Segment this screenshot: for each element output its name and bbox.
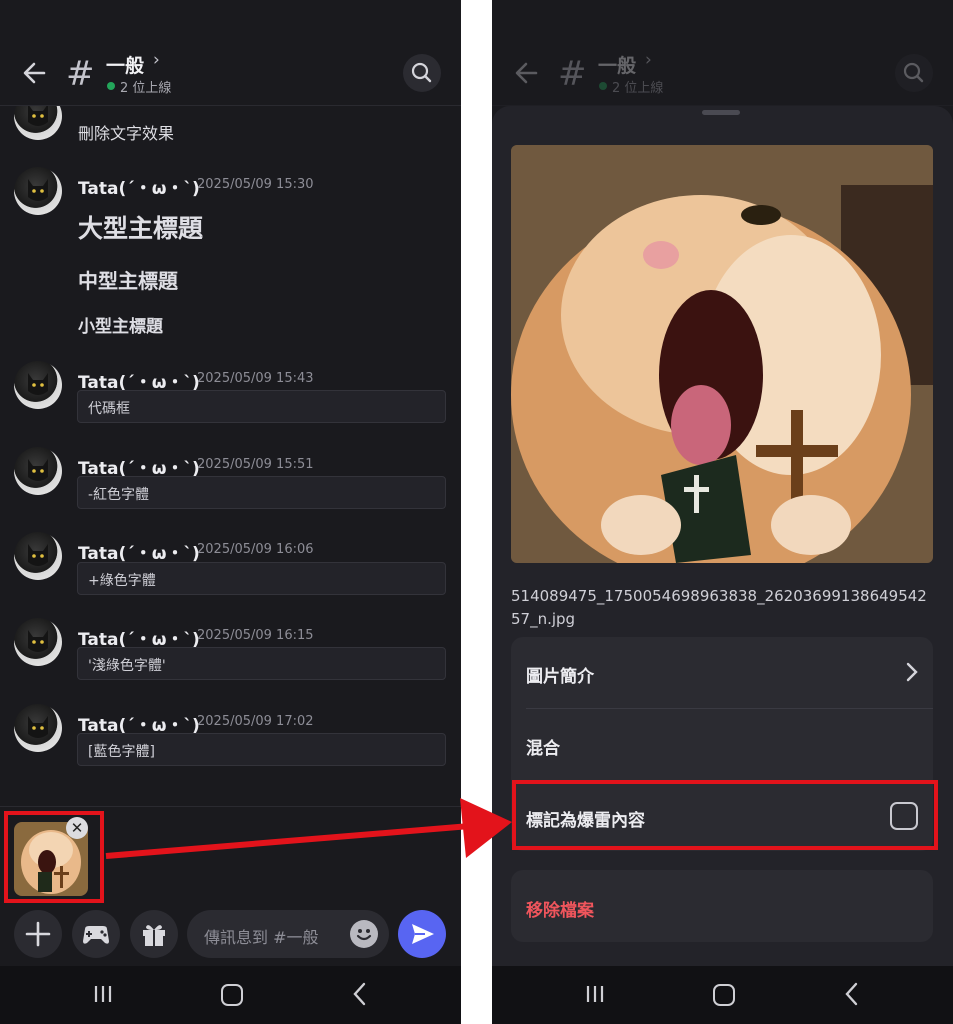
search-button[interactable]: [403, 54, 441, 92]
emoji-button[interactable]: [350, 920, 378, 948]
send-icon: [412, 924, 434, 944]
message-timestamp: 2025/05/09 16:15: [197, 628, 314, 643]
gift-icon: [143, 925, 165, 946]
chevron-right-icon[interactable]: ›: [153, 50, 160, 70]
plus-icon: [25, 921, 51, 947]
message-timestamp: 2025/05/09 17:02: [197, 714, 314, 729]
online-count: 2 位上線: [612, 81, 664, 96]
online-status-icon: [107, 82, 115, 90]
code-block: -紅色字體: [77, 476, 446, 509]
search-icon: [903, 62, 924, 83]
search-button: [895, 54, 933, 92]
home-button[interactable]: [221, 984, 243, 1006]
online-status-icon: [599, 82, 607, 90]
cat-avatar-icon: [28, 373, 48, 395]
channel-title: 一般: [598, 55, 637, 77]
cat-avatar-icon: [28, 459, 48, 481]
avatar[interactable]: [14, 532, 62, 580]
code-block: '淺綠色字體': [77, 647, 446, 680]
message-input-placeholder: 傳訊息到 #一般: [204, 928, 319, 947]
avatar[interactable]: [14, 167, 62, 215]
heading-medium: 中型主標題: [78, 269, 178, 293]
message-timestamp: 2025/05/09 15:51: [197, 457, 314, 472]
emoji-icon: [356, 929, 372, 941]
remove-file-label: 移除檔案: [526, 901, 594, 921]
chat-screen: 刪除文字效果 # 一般 › 2 位上線 Tata(´・ω・`) 2025/05/…: [0, 0, 461, 1024]
gift-button[interactable]: [130, 910, 178, 958]
home-button[interactable]: [713, 984, 735, 1006]
channel-header: # 一般 › 2 位上線: [492, 0, 953, 106]
chevron-right-icon: ›: [645, 50, 652, 70]
cat-avatar-icon: [28, 179, 48, 201]
option-label: 混合: [526, 739, 560, 759]
add-button[interactable]: [14, 910, 62, 958]
cat-avatar-icon: [28, 630, 48, 652]
search-icon: [411, 62, 432, 83]
hash-icon: #: [558, 54, 587, 94]
image-preview: [511, 145, 933, 563]
hash-icon: #: [66, 54, 95, 94]
cat-avatar-icon: [28, 544, 48, 566]
activities-button[interactable]: [72, 910, 120, 958]
code-block: 代碼框: [77, 390, 446, 423]
sheet-drag-handle[interactable]: [702, 110, 740, 115]
message-text: 刪除文字效果: [78, 124, 175, 143]
gamepad-icon: [83, 926, 109, 944]
recent-apps-icon[interactable]: [585, 985, 605, 1003]
avatar[interactable]: [14, 447, 62, 495]
avatar[interactable]: [14, 618, 62, 666]
back-arrow-icon[interactable]: [20, 58, 50, 88]
recent-apps-icon[interactable]: [93, 985, 113, 1003]
online-count: 2 位上線: [120, 81, 172, 96]
option-label: 圖片簡介: [526, 667, 594, 687]
code-block: [藍色字體]: [77, 733, 446, 766]
back-arrow-icon: [515, 62, 538, 84]
message-author[interactable]: Tata(´・ω・`): [78, 174, 200, 199]
highlight-box: [4, 811, 104, 903]
highlight-box: [512, 780, 938, 850]
channel-title[interactable]: 一般: [106, 51, 144, 78]
heading-large: 大型主標題: [78, 214, 204, 243]
mix-option[interactable]: 混合: [511, 709, 933, 780]
avatar[interactable]: [14, 704, 62, 752]
hamster-image-icon: [511, 145, 933, 563]
file-name: 514089475_1750054698963838_2620369913864…: [511, 587, 927, 628]
channel-header: # 一般 › 2 位上線: [0, 0, 461, 106]
chevron-right-icon: [906, 662, 918, 682]
message-author[interactable]: Tata(´・ω・`): [78, 539, 200, 564]
heading-small: 小型主標題: [78, 317, 163, 337]
message-timestamp: 2025/05/09 16:06: [197, 542, 314, 557]
message-timestamp: 2025/05/09 15:43: [197, 371, 314, 386]
cat-avatar-icon: [28, 716, 48, 738]
avatar[interactable]: [14, 361, 62, 409]
send-button[interactable]: [398, 910, 446, 958]
message-timestamp: 2025/05/09 15:30: [197, 177, 314, 192]
back-nav-icon[interactable]: [844, 982, 860, 1006]
attachment-options-screen: # 一般 › 2 位上線 514089475_1750054698963838_…: [492, 0, 953, 1024]
back-nav-icon[interactable]: [352, 982, 368, 1006]
remove-file-button[interactable]: 移除檔案: [511, 870, 933, 942]
image-description-option[interactable]: 圖片簡介: [511, 637, 933, 708]
code-block: +綠色字體: [77, 562, 446, 595]
